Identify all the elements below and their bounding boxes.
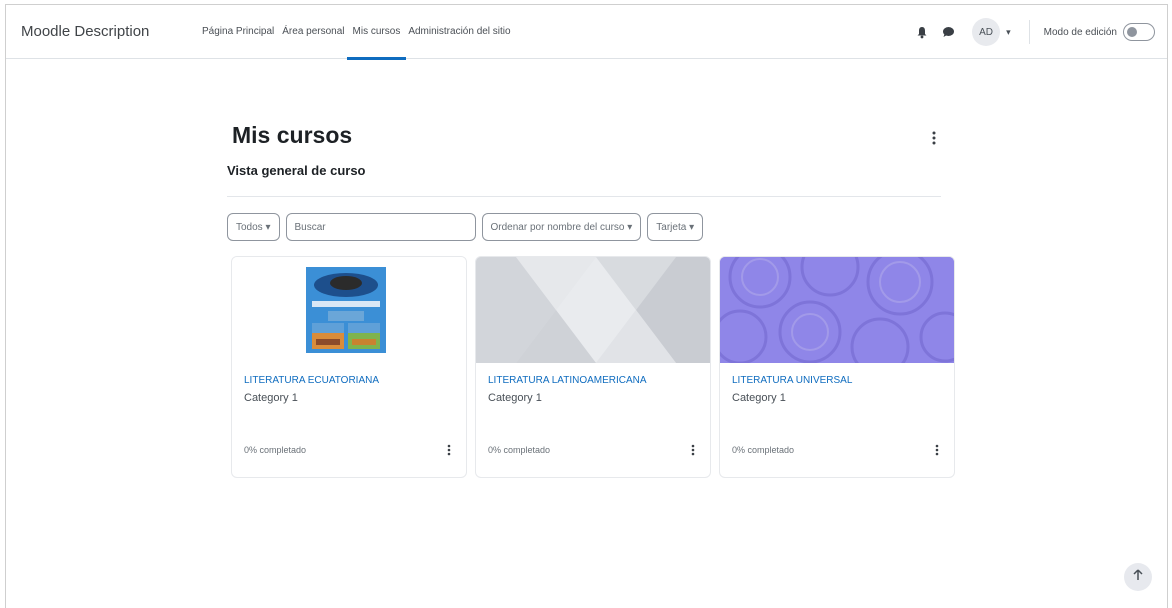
chevron-down-icon[interactable]: ▾ — [1006, 27, 1011, 38]
course-image[interactable] — [476, 257, 710, 363]
search-input[interactable] — [285, 213, 476, 241]
kebab-icon[interactable] — [932, 442, 942, 458]
page-title: Mis cursos — [232, 122, 353, 148]
course-card[interactable]: LITERATURA ECUATORIANA Category 1 0% com… — [231, 256, 467, 478]
avatar[interactable]: AD — [972, 18, 1001, 46]
course-image[interactable] — [720, 257, 954, 363]
course-card[interactable]: LITERATURA LATINOAMERICANA Category 1 0%… — [475, 256, 711, 478]
course-image[interactable] — [232, 257, 466, 363]
back-to-top-button[interactable] — [1124, 563, 1152, 591]
course-name-link[interactable]: LITERATURA ECUATORIANA — [244, 375, 454, 386]
kebab-icon[interactable] — [928, 128, 940, 148]
course-progress: 0% completado — [244, 445, 307, 455]
site-brand[interactable]: Moodle Description — [21, 5, 149, 59]
primary-navigation: Página Principal Área personal Mis curso… — [202, 5, 519, 60]
course-card[interactable]: LITERATURA UNIVERSAL Category 1 0% compl… — [719, 256, 955, 478]
chat-icon[interactable] — [940, 24, 956, 40]
section-divider — [227, 196, 941, 197]
sort-label: Ordenar por nombre del curso — [490, 221, 625, 233]
course-name-link[interactable]: LITERATURA LATINOAMERICANA — [488, 375, 698, 386]
sort-dropdown[interactable]: Ordenar por nombre del curso ▾ — [481, 213, 642, 241]
user-menu-area: AD ▾ Modo de edición — [914, 5, 1167, 59]
view-dropdown[interactable]: Tarjeta ▾ — [647, 213, 704, 241]
chevron-down-icon: ▾ — [265, 221, 271, 233]
nav-link-dashboard[interactable]: Área personal — [282, 5, 344, 59]
nav-link-site-admin[interactable]: Administración del sitio — [408, 5, 510, 59]
grouping-label: Todos — [236, 221, 263, 233]
course-category: Category 1 — [244, 392, 298, 404]
bell-icon[interactable] — [914, 24, 930, 40]
block-title: Vista general de curso — [227, 163, 366, 178]
kebab-icon[interactable] — [444, 442, 454, 458]
course-filters: Todos ▾ Ordenar por nombre del curso ▾ T… — [227, 212, 709, 242]
chevron-down-icon: ▾ — [689, 221, 695, 233]
navbar-divider — [1028, 20, 1030, 44]
chevron-down-icon: ▾ — [627, 221, 633, 233]
course-progress: 0% completado — [488, 445, 551, 455]
arrow-up-icon — [1133, 568, 1143, 586]
edit-mode-label: Modo de edición — [1043, 26, 1117, 38]
grouping-dropdown[interactable]: Todos ▾ — [227, 213, 280, 241]
nav-link-my-courses[interactable]: Mis cursos — [346, 5, 407, 60]
course-category: Category 1 — [488, 392, 542, 404]
view-label: Tarjeta — [656, 221, 687, 233]
edit-mode-toggle[interactable] — [1123, 23, 1155, 41]
course-name-link[interactable]: LITERATURA UNIVERSAL — [732, 375, 942, 386]
course-progress: 0% completado — [732, 445, 795, 455]
kebab-icon[interactable] — [688, 442, 698, 458]
course-cards: LITERATURA ECUATORIANA Category 1 0% com… — [231, 256, 963, 478]
nav-link-home[interactable]: Página Principal — [202, 5, 274, 59]
course-category: Category 1 — [732, 392, 786, 404]
top-navbar: Moodle Description Página Principal Área… — [6, 5, 1167, 60]
